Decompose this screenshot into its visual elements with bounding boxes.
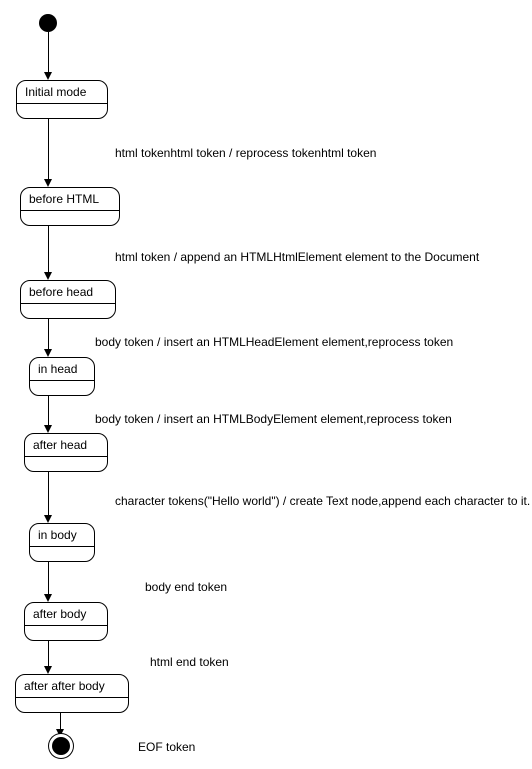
state-after-body: after body xyxy=(24,602,108,641)
arrow-line xyxy=(48,640,49,666)
arrow-line xyxy=(48,118,49,179)
arrow-head xyxy=(44,515,52,523)
arrow-line xyxy=(48,471,49,515)
transition-label: body token / insert an HTMLBodyElement e… xyxy=(95,412,452,426)
arrow-head xyxy=(44,349,52,357)
arrow-head xyxy=(44,425,52,433)
arrow-line xyxy=(48,32,49,72)
state-in-head: in head xyxy=(29,357,95,396)
arrow-line xyxy=(60,712,61,729)
state-label: in body xyxy=(30,524,94,547)
state-before-html: before HTML xyxy=(20,187,120,226)
transition-label: EOF token xyxy=(138,740,195,754)
arrow-head xyxy=(56,729,64,737)
transition-label: html end token xyxy=(150,655,229,669)
end-node xyxy=(52,737,70,755)
state-after-after-body: after after body xyxy=(15,674,129,713)
transition-label: body end token xyxy=(145,580,227,594)
arrow-head xyxy=(44,594,52,602)
arrow-line xyxy=(48,561,49,594)
start-node xyxy=(39,14,57,32)
transition-label: body token / insert an HTMLHeadElement e… xyxy=(95,335,453,349)
transition-label: html token / append an HTMLHtmlElement e… xyxy=(115,250,479,264)
state-before-head: before head xyxy=(20,280,116,319)
state-label: in head xyxy=(30,358,94,381)
state-label: before head xyxy=(21,281,115,304)
arrow-head xyxy=(44,666,52,674)
arrow-line xyxy=(48,318,49,349)
state-label: after body xyxy=(25,603,107,626)
arrow-line xyxy=(48,225,49,272)
state-after-head: after head xyxy=(24,433,108,472)
state-in-body: in body xyxy=(29,523,95,562)
state-initial-mode: Initial mode xyxy=(16,80,108,119)
arrow-head xyxy=(44,72,52,80)
state-label: before HTML xyxy=(21,188,119,211)
transition-label: character tokens("Hello world") / create… xyxy=(115,494,530,508)
arrow-head xyxy=(44,272,52,280)
state-label: after head xyxy=(25,434,107,457)
arrow-line xyxy=(48,395,49,425)
arrow-head xyxy=(44,179,52,187)
state-label: Initial mode xyxy=(17,81,107,104)
transition-label: html tokenhtml token / reprocess tokenht… xyxy=(115,146,376,160)
state-label: after after body xyxy=(16,675,128,698)
